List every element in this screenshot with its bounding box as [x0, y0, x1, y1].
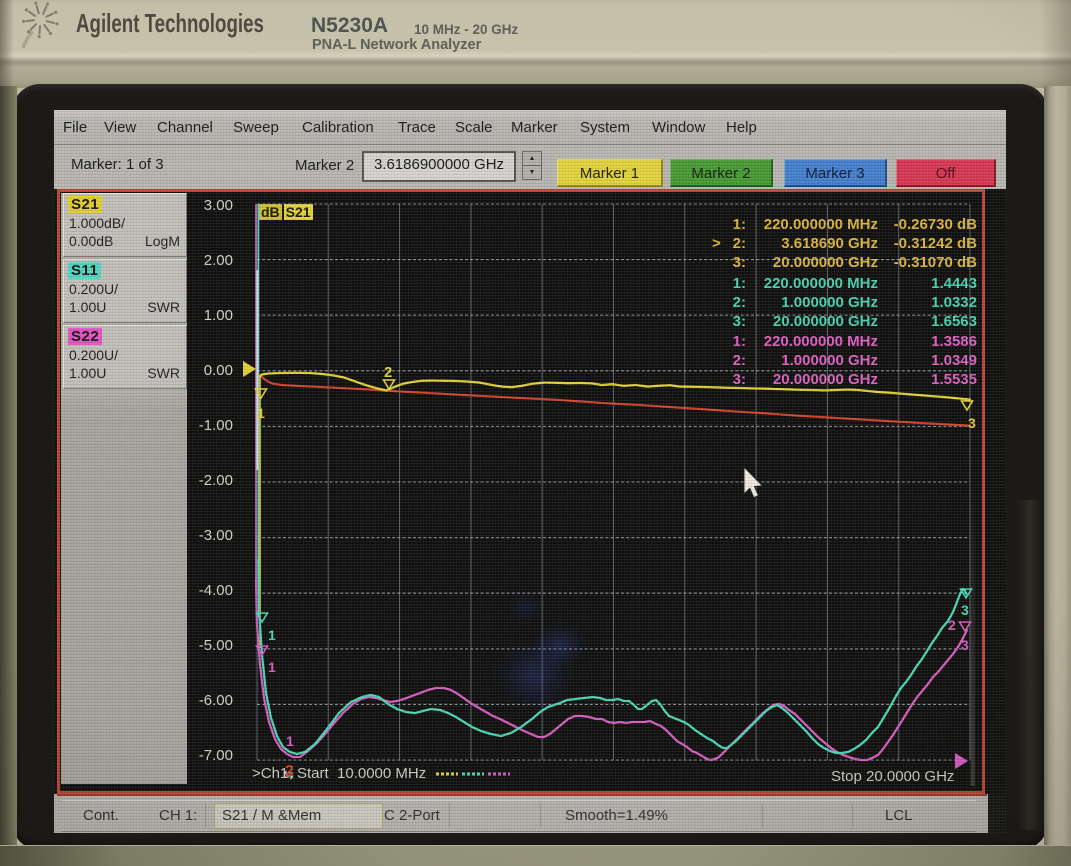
svg-text:1: 1	[286, 733, 294, 749]
svg-text:3: 3	[961, 602, 969, 618]
svg-text:3: 3	[968, 415, 976, 431]
svg-text:1: 1	[268, 659, 276, 675]
svg-text:1: 1	[268, 627, 276, 643]
svg-text:2: 2	[948, 617, 956, 633]
svg-text:3: 3	[961, 637, 969, 653]
svg-text:2: 2	[384, 364, 392, 381]
svg-text:1: 1	[257, 405, 265, 421]
